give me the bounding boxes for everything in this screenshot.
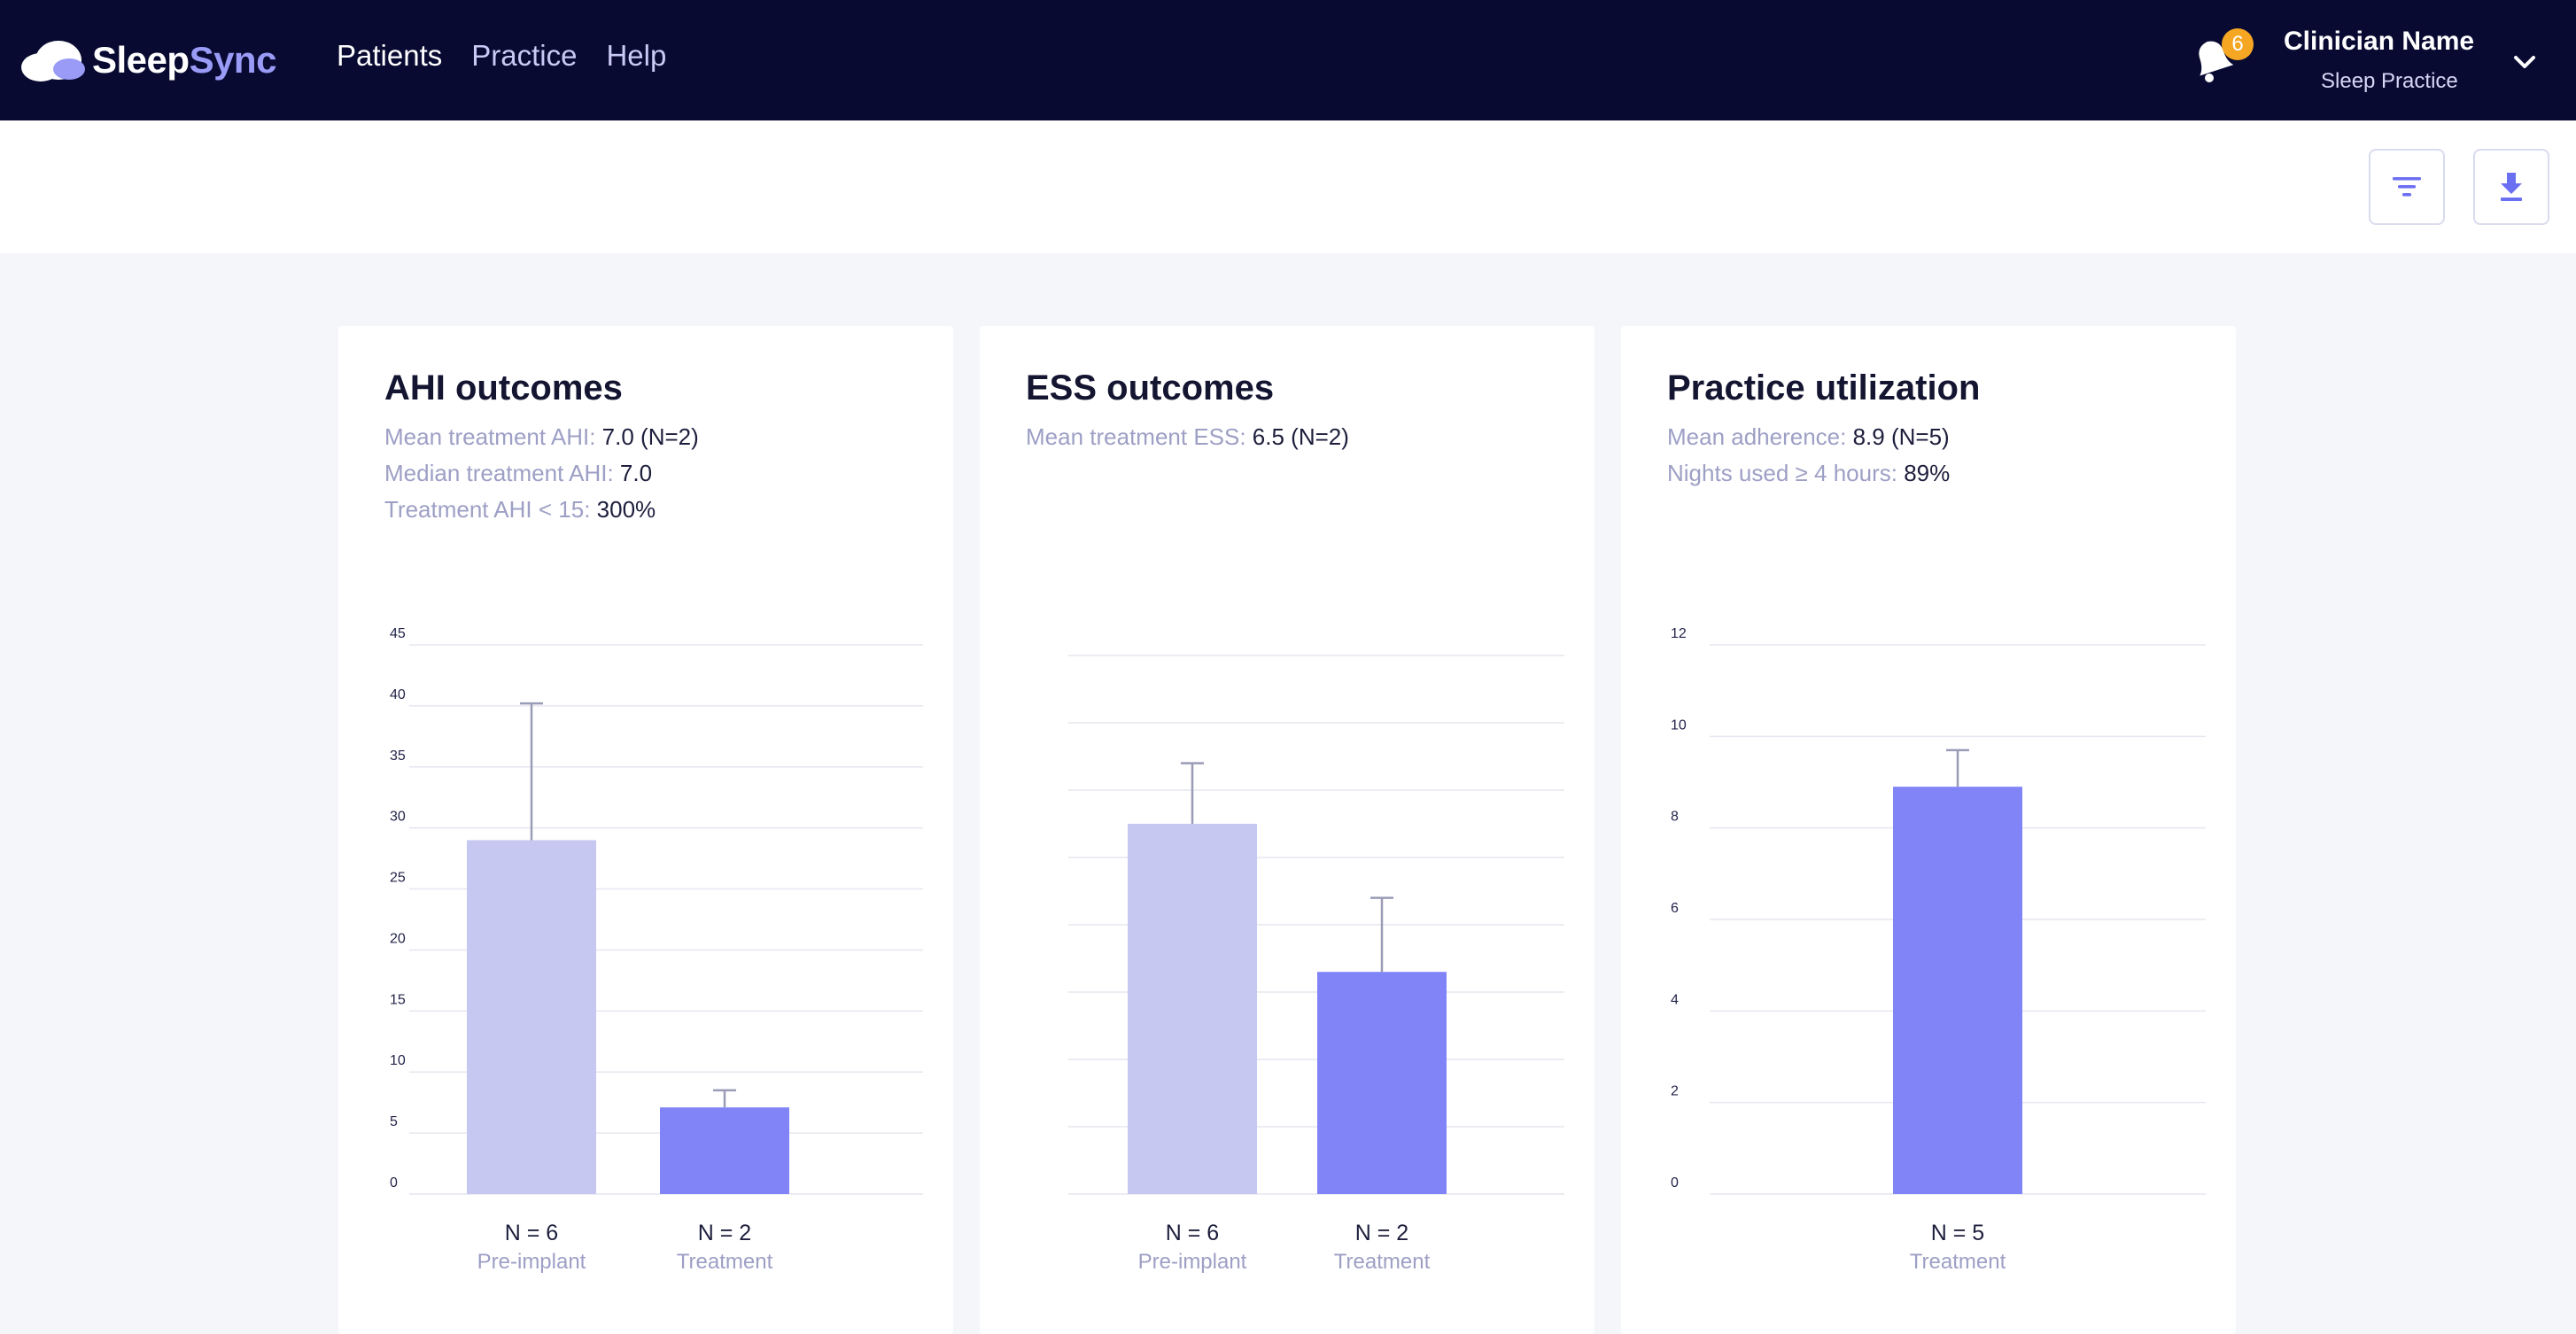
n-label: N = 5 — [1931, 1221, 1984, 1245]
bar-treatment — [1317, 972, 1447, 1194]
ess-outcomes-card: ESS outcomes Mean treatment ESS: 6.5 (N=… — [980, 326, 1594, 1334]
download-icon — [2501, 173, 2522, 201]
brand-logo[interactable]: SleepSync — [19, 32, 276, 89]
brand-name: SleepSync — [92, 39, 276, 81]
stat-mean-treatment-ahi: Mean treatment AHI: 7.0 (N=2) — [384, 423, 699, 450]
filter-button[interactable] — [2369, 149, 2445, 225]
y-tick-label: 15 — [390, 992, 406, 1007]
y-tick-label: 8 — [1671, 810, 1679, 825]
category-label: Treatment — [1334, 1250, 1431, 1274]
y-tick-label: 4 — [1671, 992, 1679, 1007]
logo-cloud-icon — [21, 41, 85, 81]
y-tick-label: 0 — [1671, 1175, 1679, 1191]
stat-median-treatment-ahi: Median treatment AHI: 7.0 — [384, 460, 653, 486]
n-label: N = 2 — [698, 1221, 751, 1245]
card-title: ESS outcomes — [1026, 368, 1275, 407]
y-tick-label: 40 — [390, 687, 406, 702]
category-label: Treatment — [1910, 1250, 2006, 1274]
stat-treatment-ahi-under-15: Treatment AHI < 15: 300% — [384, 496, 656, 523]
y-tick-label: 6 — [1671, 901, 1679, 916]
user-organization: Sleep Practice — [2321, 69, 2458, 93]
bar-pre-implant — [1128, 824, 1257, 1194]
bar-treatment — [1893, 787, 2022, 1194]
stat-mean-adherence: Mean adherence: 8.9 (N=5) — [1667, 423, 1950, 450]
practice-utilization-card: Practice utilization Mean adherence: 8.9… — [1621, 326, 2236, 1334]
nav-help[interactable]: Help — [606, 39, 666, 73]
card-title: AHI outcomes — [384, 368, 623, 407]
n-label: N = 6 — [505, 1221, 558, 1245]
filter-icon — [2393, 177, 2421, 197]
y-tick-label: 25 — [390, 871, 406, 886]
y-tick-label: 20 — [390, 931, 406, 946]
y-tick-label: 10 — [390, 1053, 406, 1068]
ahi-bar-chart: 0 5 10 15 20 25 30 35 40 45 N = 6 Pre-implant N = 2 T… — [390, 626, 923, 1274]
y-tick-label: 12 — [1671, 626, 1687, 641]
top-navigation-bar: SleepSync Patients Practice Help 6 Clini… — [0, 0, 2576, 120]
ahi-outcomes-card: AHI outcomes Mean treatment AHI: 7.0 (N=… — [338, 326, 953, 1334]
y-tick-label: 35 — [390, 748, 406, 764]
n-label: N = 2 — [1355, 1221, 1408, 1245]
category-label: Treatment — [677, 1250, 773, 1274]
stat-mean-treatment-ess: Mean treatment ESS: 6.5 (N=2) — [1026, 423, 1349, 450]
notification-badge: 6 — [2222, 28, 2254, 60]
category-label: Pre-implant — [477, 1250, 586, 1274]
y-tick-label: 45 — [390, 626, 406, 641]
nav-patients[interactable]: Patients — [337, 39, 442, 73]
download-button[interactable] — [2473, 149, 2549, 225]
y-tick-label: 5 — [390, 1114, 398, 1129]
y-tick-label: 30 — [390, 810, 406, 825]
main-nav: Patients Practice Help — [337, 39, 695, 73]
chevron-down-icon[interactable] — [2509, 46, 2541, 78]
ess-bar-chart: N = 6 Pre-implant N = 2 Treatment — [1068, 655, 1564, 1274]
card-title: Practice utilization — [1667, 368, 1981, 407]
y-tick-label: 0 — [390, 1175, 398, 1191]
nav-practice[interactable]: Practice — [471, 39, 577, 73]
y-tick-label: 10 — [1671, 717, 1687, 733]
n-label: N = 6 — [1166, 1221, 1219, 1245]
category-label: Pre-implant — [1138, 1250, 1247, 1274]
bar-treatment — [660, 1107, 789, 1194]
user-name[interactable]: Clinician Name — [2284, 27, 2474, 57]
bar-pre-implant — [467, 840, 596, 1194]
toolbar — [0, 120, 2576, 253]
y-tick-label: 2 — [1671, 1084, 1679, 1099]
utilization-bar-chart: 0 2 4 6 8 10 12 N = 5 Treatment — [1671, 626, 2206, 1274]
stat-nights-used-4-hours: Nights used ≥ 4 hours: 89% — [1667, 460, 1951, 486]
